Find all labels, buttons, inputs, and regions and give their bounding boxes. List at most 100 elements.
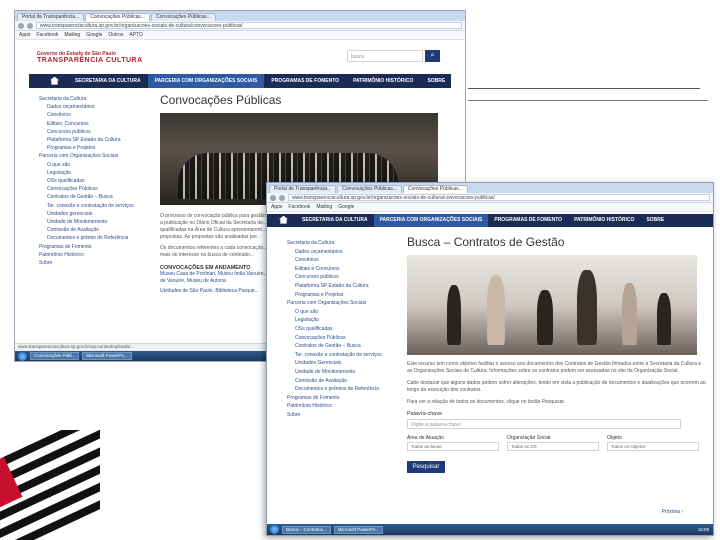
sidebar-item[interactable]: Unidades gerenciais [39, 210, 149, 218]
sidebar-item[interactable]: O que são [39, 161, 149, 169]
nav-item[interactable]: PATRIMÔNIO HISTÓRICO [346, 74, 420, 88]
sidebar-item[interactable]: Patrimônio Histórico [287, 402, 395, 411]
sidebar-item[interactable]: Convocações Públicas [39, 185, 149, 193]
sidebar-item[interactable]: Unidade de Monitoramento [39, 218, 149, 226]
sidebar-item[interactable]: Convocações Públicas [287, 334, 395, 343]
bookmark-item[interactable]: Google [338, 204, 354, 210]
sidebar-item[interactable]: Dados orçamentários [39, 103, 149, 111]
search-button[interactable]: Pesquisar [407, 460, 445, 473]
nav-item[interactable]: SOBRE [640, 214, 670, 227]
sidebar-item[interactable]: Secretaria da Cultura [287, 239, 395, 248]
bookmark-item[interactable]: Apps [271, 204, 282, 210]
forward-icon[interactable] [279, 194, 285, 201]
sidebar-item[interactable]: Editais e Concursos [287, 265, 395, 274]
bookmark-item[interactable]: Facebook [36, 32, 58, 38]
browser-tab[interactable]: Portal de Transparência... [17, 13, 85, 21]
organization-select[interactable]: Todas as OS [507, 441, 599, 451]
forward-icon[interactable] [27, 22, 33, 29]
nav-item[interactable]: SOBRE [420, 74, 452, 88]
sidebar-item[interactable]: Legislação [287, 316, 395, 325]
url-field[interactable]: www.transparenciacultura.sp.gov.br/organ… [288, 194, 710, 201]
sidebar-item[interactable]: Dados orçamentários [287, 248, 395, 257]
sidebar-item[interactable]: Contratos de Gestão – Busca [287, 342, 395, 351]
bookmark-item[interactable]: Facebook [288, 204, 310, 210]
sidebar-item[interactable]: Unidade de Monitoramento [287, 368, 395, 377]
sidebar-item[interactable]: Programas e Projetos [287, 291, 395, 300]
browser-tab[interactable]: Convocações Públicas... [151, 13, 216, 21]
taskbar: Busca – Contratos... Microsoft PowerPo..… [267, 524, 713, 535]
sidebar-item[interactable]: Ter. conexão e contratação de serviços [39, 202, 149, 210]
browser-tab[interactable]: Convocações Públicas... [337, 185, 403, 193]
area-select[interactable]: Todas as áreas [407, 441, 499, 451]
browser-tab-active[interactable]: Convocações Públicas... [85, 13, 151, 21]
sidebar-item[interactable]: OSs qualificadas [287, 325, 395, 334]
sidebar-item[interactable]: Concursos públicos [39, 128, 149, 136]
browser-tab[interactable]: Portal de Transparência... [269, 185, 337, 193]
nav-item[interactable]: PROGRAMAS DE FOMENTO [264, 74, 346, 88]
nav-home[interactable] [43, 74, 68, 88]
filter-label: Área de Atuação [407, 434, 444, 441]
nav-home[interactable] [273, 214, 296, 227]
url-field[interactable]: www.transparenciacultura.sp.gov.br/organ… [36, 22, 462, 29]
nav-item[interactable]: PATRIMÔNIO HISTÓRICO [568, 214, 640, 227]
sidebar-item[interactable]: Parceria com Organizações Sociais [287, 299, 395, 308]
bookmark-item[interactable]: Apps [19, 32, 30, 38]
search-input[interactable]: busca [347, 50, 423, 62]
taskbar-item[interactable]: Busca – Contratos... [282, 525, 331, 534]
pagination-next[interactable]: Próxima › [662, 509, 683, 515]
taskbar-item[interactable]: Microsoft PowerPo... [333, 525, 384, 534]
bookmark-item[interactable]: Google [86, 32, 102, 38]
sidebar-item[interactable]: Sobre [39, 259, 149, 267]
sidebar-item[interactable]: Programas e Projetos [39, 144, 149, 152]
main-nav: SECRETARIA DA CULTURA PARCERIA COM ORGAN… [29, 74, 451, 88]
bookmark-item[interactable]: APTO [129, 32, 143, 38]
sidebar-item[interactable]: Editais, Concursos [39, 120, 149, 128]
sidebar-item[interactable]: Ter. conexão e contratação de serviços [287, 351, 395, 360]
sao-paulo-flag-decoration [0, 430, 100, 540]
filter-object: Objeto Todos os Objetos [607, 435, 699, 451]
sidebar-item[interactable]: Secretaria da Cultura [39, 95, 149, 103]
sidebar-item[interactable]: Convênios [39, 111, 149, 119]
intro-text: Este recurso tem como objetivo facilitar… [407, 361, 702, 374]
sidebar-item[interactable]: Sobre [287, 411, 395, 420]
address-bar: www.transparenciacultura.sp.gov.br/organ… [15, 21, 465, 31]
object-select[interactable]: Todos os Objetos [607, 441, 699, 451]
bookmark-item[interactable]: Mailing [316, 204, 332, 210]
sidebar-item[interactable]: Contratos de Gestão – Busca [39, 193, 149, 201]
search-button[interactable]: ⌕ [425, 50, 440, 62]
bookmark-item[interactable]: Outros [108, 32, 123, 38]
sidebar-item[interactable]: Programas de Fomento [39, 243, 149, 251]
logo-main-text: TRANSPARÊNCIA CULTURA [37, 56, 143, 64]
sidebar-item[interactable]: Convênios [287, 256, 395, 265]
sidebar-item[interactable]: Patrimônio Histórico [39, 251, 149, 259]
sidebar-item[interactable]: O que são [287, 308, 395, 317]
sidebar-item[interactable]: Programas de Fomento [287, 394, 395, 403]
start-button[interactable] [18, 351, 27, 361]
taskbar-item[interactable]: Microsoft PowerPo... [82, 352, 132, 360]
nav-item-active[interactable]: PARCERIA COM ORGANIZAÇÕES SOCIAIS [373, 214, 489, 227]
browser-tab-active[interactable]: Convocações Públicas... [403, 185, 468, 193]
sidebar-item[interactable]: Documentos e prêmio de Referência [39, 234, 149, 242]
bookmark-item[interactable]: Mailing [64, 32, 80, 38]
nav-item-active[interactable]: PARCERIA COM ORGANIZAÇÕES SOCIAIS [147, 74, 265, 88]
back-icon[interactable] [18, 22, 24, 29]
sidebar-item[interactable]: Documentos e prêmios de Referência [287, 385, 395, 394]
nav-item[interactable]: SECRETARIA DA CULTURA [296, 214, 374, 227]
back-icon[interactable] [270, 194, 276, 201]
sidebar-item[interactable]: Comissão de Avaliação [39, 226, 149, 234]
site-logo[interactable]: Governo do Estado de São Paulo TRANSPARÊ… [37, 51, 143, 64]
sidebar-item[interactable]: Unidades Gerenciais [287, 359, 395, 368]
search-icon: ⌕ [430, 52, 435, 59]
start-button[interactable] [270, 525, 279, 534]
sidebar-item[interactable]: Legislação [39, 169, 149, 177]
sidebar-item[interactable]: Parceria com Organizações Sociais [39, 152, 149, 160]
sidebar-item[interactable]: Plataforma SP Estado da Cultura [39, 136, 149, 144]
sidebar-item[interactable]: Concursos públicos [287, 273, 395, 282]
sidebar-item[interactable]: Plataforma SP Estado da Cultura [287, 282, 395, 291]
sidebar-item[interactable]: OSs qualificadas [39, 177, 149, 185]
taskbar-item[interactable]: Convocações Públ... [30, 352, 80, 360]
nav-item[interactable]: SECRETARIA DA CULTURA [68, 74, 148, 88]
keyword-input[interactable]: Digite a palavra-chave [407, 418, 681, 429]
nav-item[interactable]: PROGRAMAS DE FOMENTO [488, 214, 568, 227]
sidebar-item[interactable]: Comissão de Avaliação [287, 377, 395, 386]
